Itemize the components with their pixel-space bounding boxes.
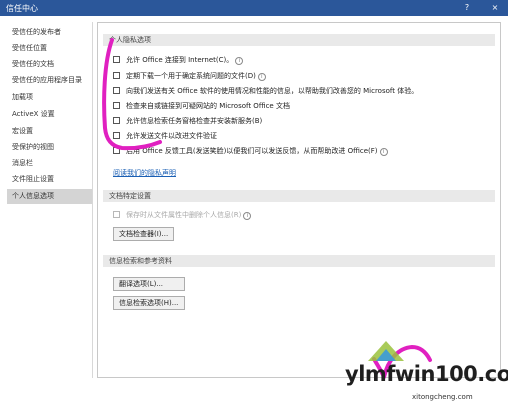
info-icon: i (257, 73, 266, 81)
watermark-text: ylmfwin100.com (345, 362, 508, 386)
research-section-header: 信息检索和参考资料 (103, 255, 495, 267)
sidebar-item-privacy-options[interactable]: 个人信息选项 (7, 189, 92, 204)
info-icon: i (235, 57, 244, 65)
sidebar-item-trusted-publishers[interactable]: 受信任的发布者 (7, 25, 92, 40)
info-icon: i (379, 148, 388, 156)
sidebar-item-message-bar[interactable]: 消息栏 (7, 156, 92, 171)
privacy-section-header: 个人隐私选项 (103, 34, 495, 46)
checkbox[interactable] (113, 87, 120, 94)
translation-options-button[interactable]: 翻译选项(L)... (113, 277, 185, 291)
watermark-logo-icon (368, 341, 404, 361)
checkbox[interactable] (113, 56, 120, 63)
checkbox[interactable] (113, 72, 120, 79)
help-button[interactable]: ? (460, 2, 474, 14)
document-section-header: 文档特定设置 (103, 190, 495, 202)
checkbox (113, 211, 120, 218)
settings-panel: 个人隐私选项 允许 Office 连接到 Internet(C)。 i 定期下载一… (97, 22, 501, 378)
sidebar-item-file-block-settings[interactable]: 文件阻止设置 (7, 172, 92, 187)
sidebar-item-trusted-locations[interactable]: 受信任位置 (7, 41, 92, 56)
sidebar-nav: 受信任的发布者 受信任位置 受信任的文档 受信任的应用程序目录 加载项 Acti… (7, 22, 93, 378)
sidebar-item-trusted-app-catalogs[interactable]: 受信任的应用程序目录 (7, 73, 92, 88)
option-check-suspicious-docs[interactable]: 检查来自或链接到可疑网站的 Microsoft Office 文档 (113, 101, 290, 112)
option-research-pane-services[interactable]: 允许信息检索任务窗格检查并安装新服务(B) (113, 116, 262, 127)
research-options-button[interactable]: 信息检索选项(H)... (113, 296, 185, 310)
option-label: 启用 Office 反馈工具(发送笑脸)以便我们可以发送反馈，从而帮助改进 Of… (126, 147, 378, 155)
sidebar-item-macro-settings[interactable]: 宏设置 (7, 124, 92, 139)
option-label: 保存时从文件属性中删除个人信息(R) (126, 211, 242, 219)
option-download-troubleshoot-file[interactable]: 定期下载一个用于确定系统问题的文件(D) i (113, 71, 266, 82)
option-connect-internet[interactable]: 允许 Office 连接到 Internet(C)。 i (113, 55, 244, 66)
option-label: 允许发送文件以改进文件验证 (126, 132, 217, 140)
option-send-usage-info[interactable]: 向我们发送有关 Office 软件的使用情况和性能的信息，以帮助我们改善您的 M… (113, 86, 418, 97)
option-file-validation[interactable]: 允许发送文件以改进文件验证 (113, 131, 217, 142)
info-icon: i (243, 212, 252, 220)
option-label: 允许 Office 连接到 Internet(C)。 (126, 56, 234, 64)
checkbox[interactable] (113, 147, 120, 154)
checkbox[interactable] (113, 132, 120, 139)
window-title: 信任中心 (6, 4, 38, 13)
option-label: 定期下载一个用于确定系统问题的文件(D) (126, 72, 256, 80)
sidebar-item-protected-view[interactable]: 受保护的视图 (7, 140, 92, 155)
title-bar: 信任中心 ? × (0, 0, 508, 16)
checkbox[interactable] (113, 117, 120, 124)
option-remove-personal-info: 保存时从文件属性中删除个人信息(R) i (113, 210, 252, 221)
watermark-subtext: xitongcheng.com (412, 393, 473, 401)
option-label: 检查来自或链接到可疑网站的 Microsoft Office 文档 (126, 102, 290, 110)
option-feedback-tool[interactable]: 启用 Office 反馈工具(发送笑脸)以便我们可以发送反馈，从而帮助改进 Of… (113, 146, 388, 157)
sidebar-item-activex-settings[interactable]: ActiveX 设置 (7, 107, 92, 122)
close-button[interactable]: × (488, 2, 502, 14)
privacy-statement-link[interactable]: 阅读我们的隐私声明 (113, 168, 176, 178)
sidebar-item-add-ins[interactable]: 加载项 (7, 90, 92, 105)
checkbox[interactable] (113, 102, 120, 109)
sidebar-item-trusted-documents[interactable]: 受信任的文档 (7, 57, 92, 72)
document-inspector-button[interactable]: 文档检查器(I)... (113, 227, 175, 241)
option-label: 允许信息检索任务窗格检查并安装新服务(B) (126, 117, 263, 125)
option-label: 向我们发送有关 Office 软件的使用情况和性能的信息，以帮助我们改善您的 M… (126, 87, 419, 95)
